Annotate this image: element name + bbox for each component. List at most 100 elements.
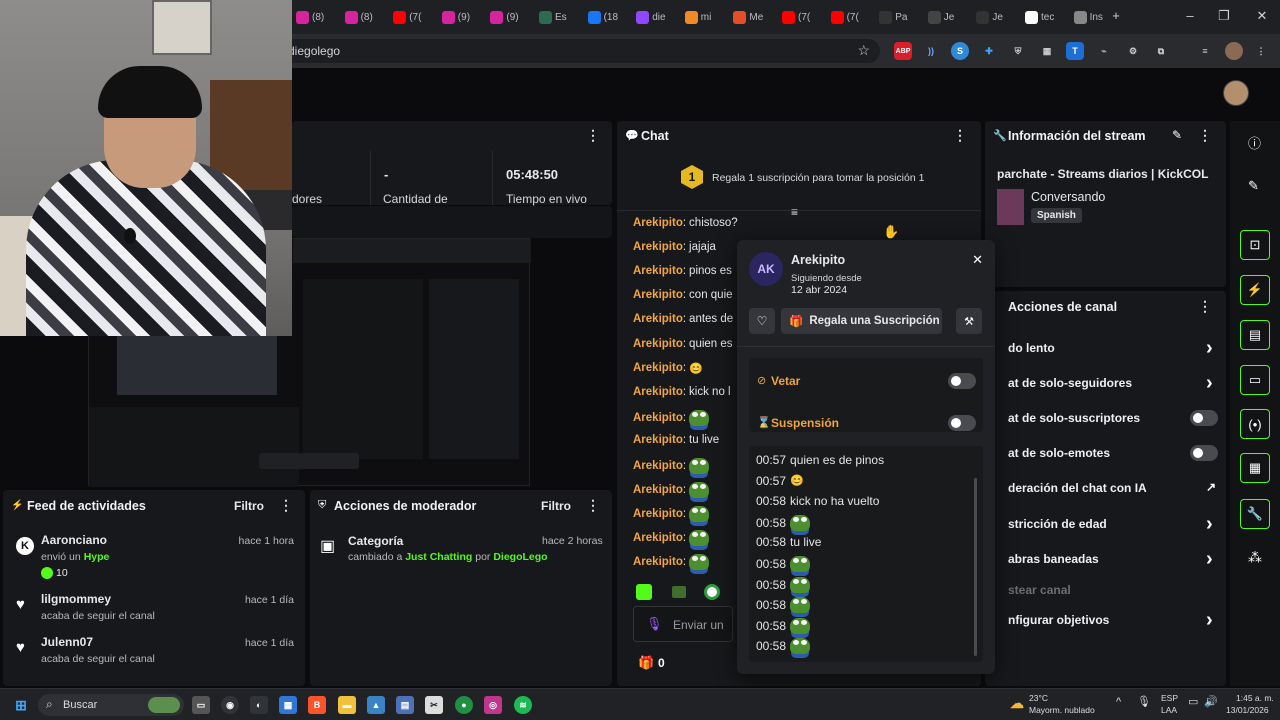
emote-kick-icon[interactable] (636, 584, 652, 600)
browser-tab[interactable]: mi (684, 7, 711, 27)
app-obs-icon[interactable]: ◐ (250, 696, 268, 714)
screenshot-icon[interactable]: ⊡ (1240, 230, 1270, 260)
external-link-icon[interactable]: ↗ (1206, 480, 1216, 494)
browser-tab[interactable]: (9) (441, 7, 470, 27)
chat-username[interactable]: Arekipito (633, 265, 683, 277)
app-photos-icon[interactable]: ▲ (367, 696, 385, 714)
chat-username[interactable]: Arekipito (633, 241, 683, 253)
chevron-right-icon[interactable]: › (1206, 609, 1213, 632)
close-window-icon[interactable]: ✕ (1252, 8, 1272, 24)
broadcast-icon[interactable]: (•) (1240, 409, 1270, 439)
channel-action-item[interactable]: at de solo-seguidores (1008, 376, 1132, 390)
emote-picture-icon[interactable] (672, 586, 686, 598)
follow-heart-button[interactable]: ♡ (749, 308, 775, 334)
tools-icon[interactable]: 🔧 (1240, 499, 1270, 529)
app-chrome-icon[interactable]: ● (455, 696, 473, 714)
gift-sub-button[interactable]: 🎁 Regala una Suscripción (781, 308, 942, 334)
emote-ball-icon[interactable] (704, 584, 720, 600)
grid-extension-icon[interactable]: ▦ (1038, 42, 1056, 60)
chat-username[interactable]: Arekipito (633, 338, 683, 350)
new-tab-button[interactable]: + (1106, 8, 1126, 23)
chat-username[interactable]: Arekipito (633, 484, 683, 496)
info-icon[interactable]: ⓘ (1248, 133, 1261, 152)
browser-tab[interactable]: (7( (782, 7, 810, 27)
chat-username[interactable]: Arekipito (633, 386, 683, 398)
timeout-toggle[interactable] (948, 415, 976, 431)
browser-tab[interactable]: die (636, 7, 666, 27)
chat-input[interactable]: 🎙 Enviar un (633, 606, 733, 642)
mod-action-category[interactable]: Just Chatting (405, 551, 472, 563)
tray-chevron-icon[interactable]: ^ (1116, 696, 1121, 708)
log-scrollbar[interactable] (974, 478, 977, 656)
sound-extension-icon[interactable]: )) (922, 42, 940, 60)
chat-username[interactable]: Arekipito (633, 434, 683, 446)
chat-menu-icon[interactable]: ⋮ (953, 127, 967, 144)
chat-username[interactable]: Arekipito (633, 289, 683, 301)
chevron-right-icon[interactable]: › (1206, 372, 1213, 395)
browser-tab[interactable]: Je (976, 7, 1003, 27)
mod-tools-icon[interactable]: ⚒ (956, 308, 982, 334)
chat-rail-icon[interactable]: ▭ (1240, 365, 1270, 395)
volume-icon[interactable]: 🔊 (1204, 695, 1218, 708)
document-icon[interactable]: ▤ (1240, 320, 1270, 350)
browser-tab[interactable]: Me (733, 7, 763, 27)
extensions-puzzle-icon[interactable]: ⧉ (1152, 42, 1170, 60)
vpn-extension-icon[interactable]: S (951, 42, 969, 60)
nodes-icon[interactable]: ⁂ (1248, 549, 1262, 566)
clock-date[interactable]: 13/01/2026 (1226, 705, 1269, 715)
pin-extension-icon[interactable]: ⌁ (1095, 42, 1113, 60)
layout-icon[interactable]: ▦ (1240, 453, 1270, 483)
weather-icon[interactable]: ☁ (1008, 694, 1026, 712)
browser-tab[interactable]: Je (927, 7, 954, 27)
browser-tab[interactable]: (8) (344, 7, 373, 27)
pencil-icon[interactable]: ✎ (1248, 178, 1259, 194)
keyboard-lang-2[interactable]: LAA (1161, 705, 1177, 715)
shield-extension-icon[interactable]: ⛨ (1009, 42, 1027, 60)
browser-tab[interactable]: (9) (490, 7, 519, 27)
app-brave-icon[interactable]: B (308, 696, 326, 714)
channel-action-item[interactable]: stricción de edad (1008, 517, 1107, 531)
browser-tab[interactable]: Es (539, 7, 567, 27)
keyboard-lang-1[interactable]: ESP (1161, 693, 1178, 703)
chat-username[interactable]: Arekipito (633, 508, 683, 520)
browser-tab[interactable]: tec (1025, 7, 1054, 27)
channel-action-item[interactable]: deración del chat con IA (1008, 481, 1147, 495)
adblock-extension-icon[interactable]: ABP (894, 42, 912, 60)
tray-mic-icon[interactable]: 🎙 (1137, 695, 1151, 708)
task-view-icon[interactable]: ▭ (192, 696, 210, 714)
feed-username[interactable]: lilgmommey (41, 592, 111, 606)
file-explorer-icon[interactable]: ▬ (338, 696, 356, 714)
chat-username[interactable]: Arekipito (633, 460, 683, 472)
channel-action-item[interactable]: do lento (1008, 341, 1055, 355)
gift-extension-icon[interactable]: ⚙ (1124, 42, 1142, 60)
activity-filter-button[interactable]: Filtro (234, 499, 264, 513)
browser-tab[interactable]: (8) (296, 7, 324, 27)
expand-pinned-icon[interactable]: ≡ (791, 205, 798, 219)
channel-action-toggle[interactable] (1190, 445, 1218, 461)
translate-extension-icon[interactable]: T (1066, 42, 1084, 60)
channel-action-item[interactable]: at de solo-emotes (1008, 446, 1110, 460)
mod-actions-menu-icon[interactable]: ⋮ (586, 497, 600, 514)
chat-username[interactable]: Arekipito (633, 532, 683, 544)
chevron-right-icon[interactable]: › (1206, 513, 1213, 536)
channel-actions-menu-icon[interactable]: ⋮ (1198, 298, 1212, 315)
edit-pencil-icon[interactable]: ✎ (1172, 128, 1182, 142)
windows-start-icon[interactable]: ⊞ (12, 696, 30, 714)
mod-filter-button[interactable]: Filtro (541, 499, 571, 513)
chat-username[interactable]: Arekipito (633, 313, 683, 325)
close-popup-icon[interactable]: ✕ (972, 252, 983, 268)
activity-feed-menu-icon[interactable]: ⋮ (279, 497, 293, 514)
clock-time[interactable]: 1:45 a. m. (1236, 693, 1274, 703)
app-discord-icon[interactable]: ◉ (221, 696, 239, 714)
bookmark-star-icon[interactable]: ☆ (857, 42, 870, 59)
channel-avatar[interactable] (1223, 80, 1249, 106)
mod-action-user[interactable]: DiegoLego (493, 551, 547, 563)
taskbar-search[interactable]: ⌕ Buscar (38, 694, 184, 716)
channel-action-item[interactable]: abras baneadas (1008, 552, 1099, 566)
media-control-icon[interactable]: ≡ (1196, 42, 1214, 60)
browser-tab[interactable]: Ins (1073, 7, 1103, 27)
channel-action-item[interactable]: nfigurar objetivos (1008, 613, 1109, 627)
feed-username[interactable]: Aaronciano (41, 533, 107, 547)
stream-info-menu-icon[interactable]: ⋮ (1198, 127, 1212, 144)
browser-menu-icon[interactable]: ⋮ (1252, 42, 1270, 60)
